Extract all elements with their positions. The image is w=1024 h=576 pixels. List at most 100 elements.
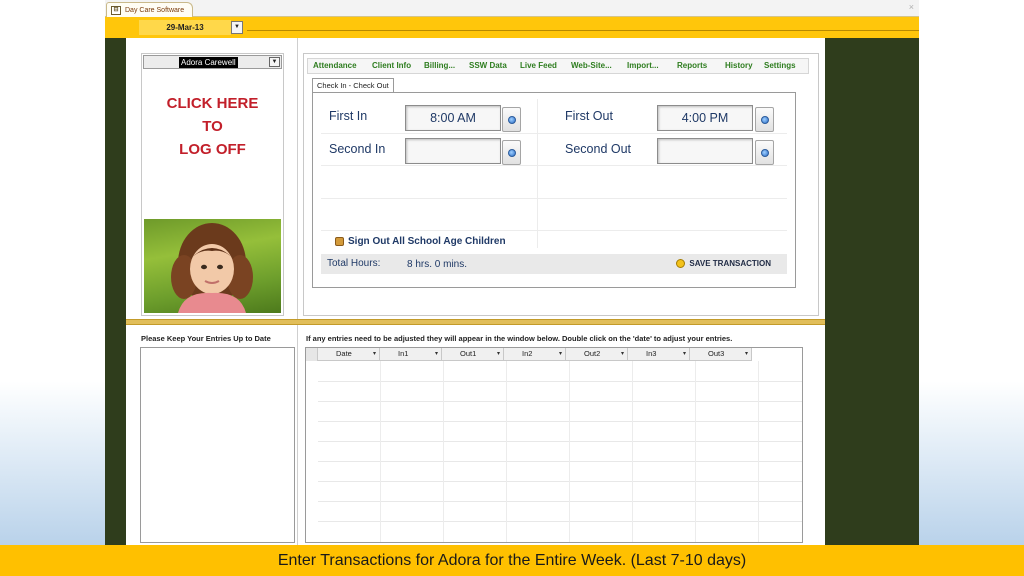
datasheet-row-line [318, 421, 802, 422]
check-in-out-body: First In 8:00 AM First Out 4:00 PM Secon… [312, 92, 796, 288]
form-icon: ⊟ [111, 5, 121, 15]
close-icon[interactable]: × [909, 2, 914, 12]
first-in-clock-button[interactable] [502, 107, 521, 132]
sort-arrow-icon[interactable]: ▾ [373, 348, 376, 360]
first-out-field[interactable]: 4:00 PM [657, 105, 753, 131]
logoff-button[interactable]: CLICK HERE TO LOG OFF [142, 92, 283, 161]
app-window: ⊟ Day Care Software × 29-Mar-13 ▼ Adora … [105, 0, 919, 545]
tab-settings[interactable]: Settings [764, 61, 796, 70]
datasheet-row-line [318, 381, 802, 382]
tab-client-info[interactable]: Client Info [372, 61, 411, 70]
child-photo-illustration [171, 223, 253, 313]
date-bar-rule [247, 30, 919, 31]
datasheet-select-all[interactable] [306, 348, 318, 361]
total-hours-value: 8 hrs. 0 mins. [407, 259, 468, 270]
column-in2[interactable]: In2 ▾ [504, 348, 566, 361]
sign-out-school-age-button[interactable]: Sign Out All School Age Children [335, 236, 506, 247]
grid-column-line [537, 99, 538, 248]
second-out-label: Second Out [565, 142, 632, 156]
logoff-line-3: LOG OFF [179, 141, 246, 158]
clock-icon [508, 149, 516, 157]
sort-arrow-icon[interactable]: ▾ [497, 348, 500, 360]
check-in-out-grid: First In 8:00 AM First Out 4:00 PM Secon… [321, 99, 787, 274]
total-hours-label: Total Hours: [327, 258, 381, 269]
tab-history[interactable]: History [725, 61, 753, 70]
grid-line [321, 165, 787, 166]
column-out3[interactable]: Out3 ▾ [690, 348, 752, 361]
second-in-field[interactable] [405, 138, 501, 164]
total-hours-strip: Total Hours: 8 hrs. 0 mins. SAVE TRANSAC… [321, 254, 787, 274]
datasheet-row-line [318, 461, 802, 462]
child-name: Adora Carewell [179, 57, 238, 68]
datasheet-row-line [318, 441, 802, 442]
grid-line [321, 133, 787, 134]
datasheet-row-line [318, 521, 802, 522]
column-divider [297, 38, 298, 545]
datasheet-col-line [569, 361, 570, 542]
entries-reminder-box [140, 347, 295, 543]
save-transaction-label: SAVE TRANSACTION [689, 259, 771, 268]
second-in-label: Second In [329, 142, 386, 156]
child-selector[interactable]: Adora Carewell ▼ [143, 55, 282, 69]
column-in3-label: In3 [646, 349, 657, 358]
column-in2-label: In2 [522, 349, 533, 358]
column-in3[interactable]: In3 ▾ [628, 348, 690, 361]
clock-icon [761, 116, 769, 124]
column-date[interactable]: Date ▾ [318, 348, 380, 361]
transaction-panel: Attendance Client Info Billing... SSW Da… [303, 53, 819, 316]
sort-arrow-icon[interactable]: ▾ [745, 348, 748, 360]
adjustments-datasheet[interactable]: Date ▾ In1 ▾ Out1 ▾ In2 ▾ Out2 ▾ In3 ▾ Out3 ▾ [305, 347, 803, 543]
datasheet-col-line [380, 361, 381, 542]
tab-attendance[interactable]: Attendance [313, 61, 357, 70]
column-out2[interactable]: Out2 ▾ [566, 348, 628, 361]
logoff-line-1: CLICK HERE [166, 95, 259, 112]
logoff-line-2: TO [202, 118, 223, 135]
tab-import[interactable]: Import... [627, 61, 659, 70]
first-out-label: First Out [565, 109, 613, 123]
slide-caption: Enter Transactions for Adora for the Ent… [0, 545, 1024, 576]
date-bar: 29-Mar-13 ▼ [105, 17, 919, 38]
column-out1[interactable]: Out1 ▾ [442, 348, 504, 361]
tab-live-feed[interactable]: Live Feed [520, 61, 557, 70]
sort-arrow-icon[interactable]: ▾ [621, 348, 624, 360]
sort-arrow-icon[interactable]: ▾ [683, 348, 686, 360]
child-dropdown-button[interactable]: ▼ [269, 57, 280, 67]
grid-line [321, 230, 787, 231]
tab-web-site[interactable]: Web-Site... [571, 61, 612, 70]
document-tab[interactable]: ⊟ Day Care Software [106, 2, 194, 17]
clock-icon [508, 116, 516, 124]
column-out3-label: Out3 [708, 349, 725, 358]
column-in1[interactable]: In1 ▾ [380, 348, 442, 361]
datasheet-row-line [318, 501, 802, 502]
date-dropdown-button[interactable]: ▼ [231, 21, 243, 34]
entries-reminder-title: Please Keep Your Entries Up to Date [141, 334, 271, 343]
column-out2-label: Out2 [584, 349, 601, 358]
main-nav-tabs: Attendance Client Info Billing... SSW Da… [307, 58, 809, 74]
second-out-field[interactable] [657, 138, 753, 164]
datasheet-col-line [758, 361, 759, 542]
save-transaction-button[interactable]: SAVE TRANSACTION [676, 259, 771, 268]
document-tab-bar: ⊟ Day Care Software × [105, 0, 919, 17]
datasheet-col-line [632, 361, 633, 542]
section-separator [126, 319, 825, 325]
tab-check-in-check-out[interactable]: Check In - Check Out [312, 78, 394, 93]
clock-icon [761, 149, 769, 157]
datasheet-col-line [443, 361, 444, 542]
first-in-field[interactable]: 8:00 AM [405, 105, 501, 131]
column-date-label: Date [336, 349, 352, 358]
first-out-clock-button[interactable] [755, 107, 774, 132]
date-field[interactable]: 29-Mar-13 [139, 20, 231, 35]
datasheet-col-line [695, 361, 696, 542]
child-photo [144, 219, 281, 313]
sign-out-label: Sign Out All School Age Children [348, 236, 506, 247]
first-in-label: First In [329, 109, 368, 123]
tab-ssw-data[interactable]: SSW Data [469, 61, 507, 70]
sort-arrow-icon[interactable]: ▾ [559, 348, 562, 360]
document-tab-label: Day Care Software [125, 6, 185, 14]
sort-arrow-icon[interactable]: ▾ [435, 348, 438, 360]
second-out-clock-button[interactable] [755, 140, 774, 165]
tab-reports[interactable]: Reports [677, 61, 707, 70]
tab-billing[interactable]: Billing... [424, 61, 455, 70]
smiley-icon [676, 259, 686, 268]
second-in-clock-button[interactable] [502, 140, 521, 165]
